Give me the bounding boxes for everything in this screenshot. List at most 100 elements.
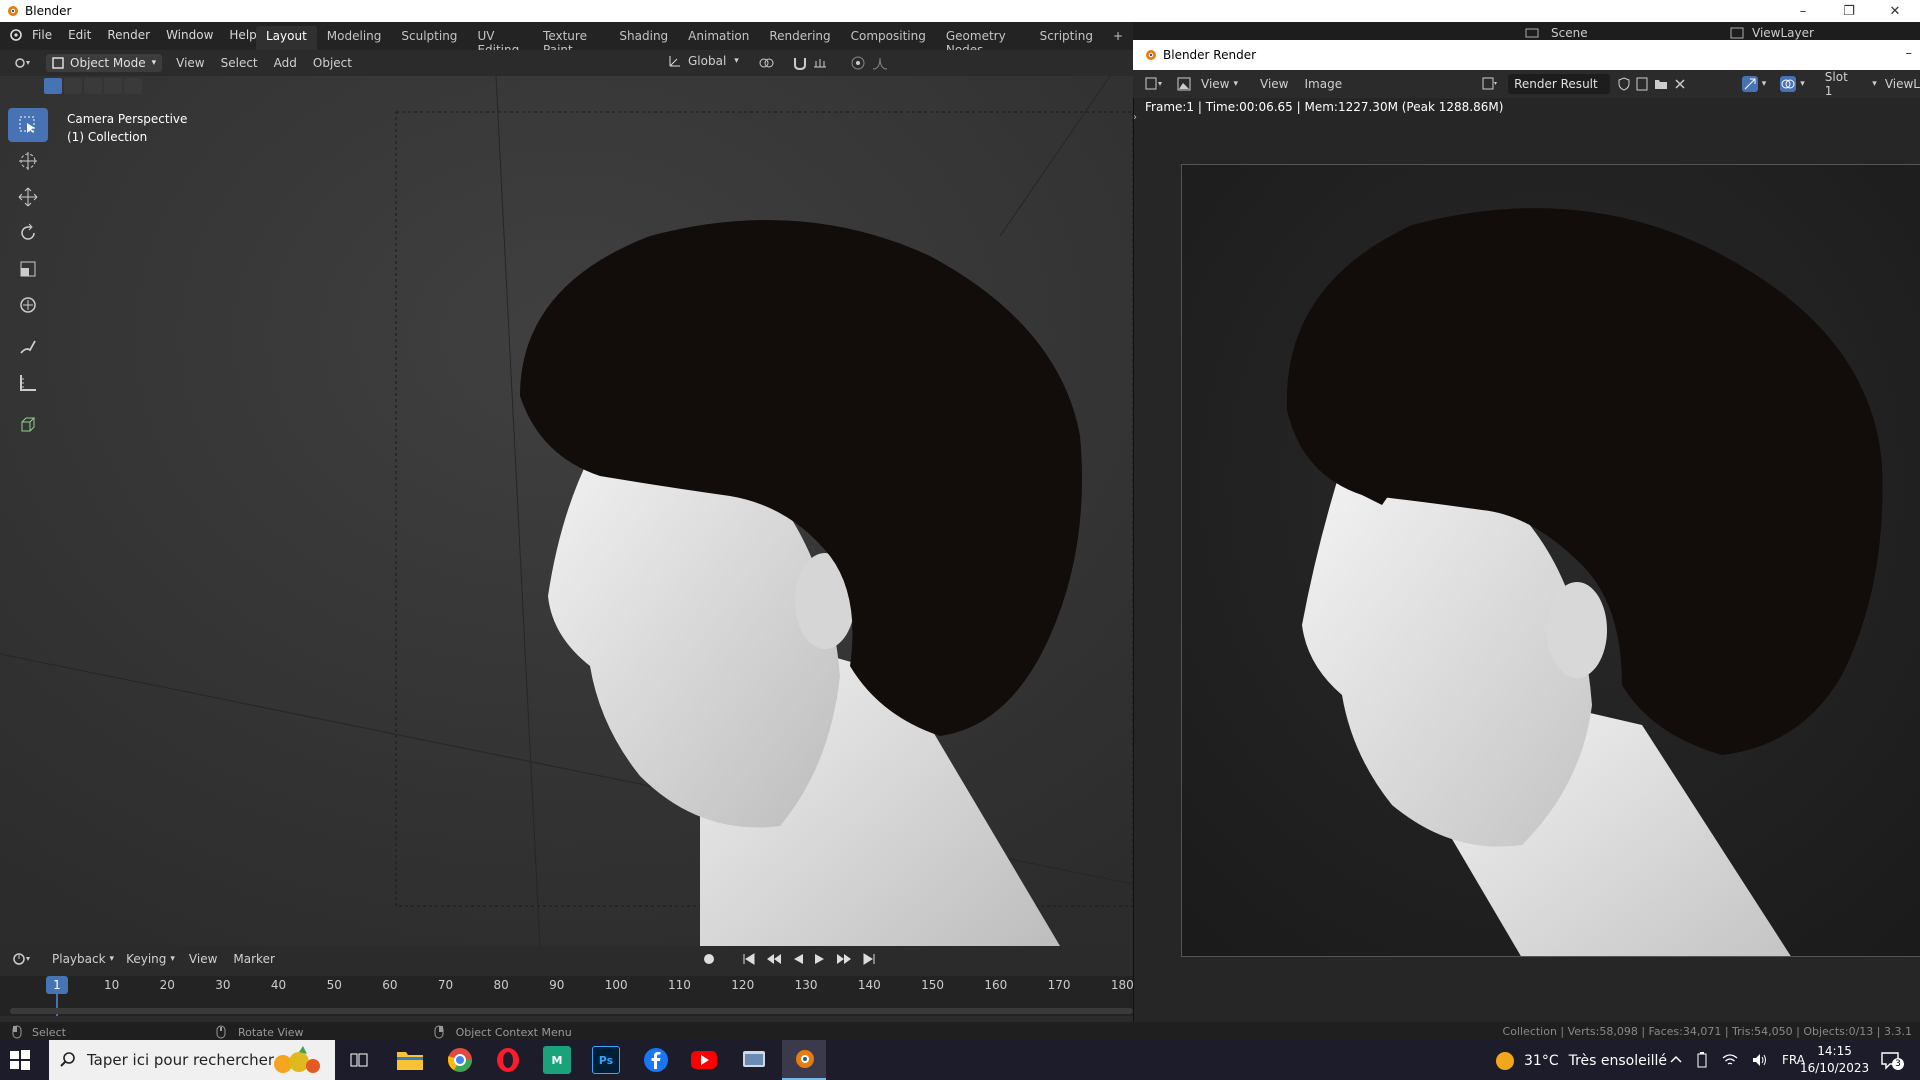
weather-widget[interactable]: 31°C Très ensoleillé — [1494, 1050, 1667, 1072]
render-menu-view[interactable]: View — [1260, 77, 1288, 91]
facebook-icon[interactable] — [642, 1046, 670, 1074]
current-frame-indicator[interactable]: 1 — [46, 976, 68, 994]
clock[interactable]: 14:15 16/10/2023 — [1800, 1043, 1869, 1077]
timeline-editor-icon[interactable] — [12, 952, 32, 966]
select-new-button[interactable] — [44, 78, 62, 94]
snap-target-icon[interactable] — [812, 55, 828, 71]
record-icon[interactable] — [702, 952, 716, 966]
object-mode-dropdown[interactable]: Object Mode ▾ — [46, 54, 163, 72]
image-name-field[interactable]: Render Result — [1508, 74, 1610, 94]
jump-end-icon[interactable] — [862, 953, 876, 965]
open-folder-icon[interactable] — [1654, 78, 1668, 90]
app-m-icon[interactable]: M — [543, 1046, 571, 1074]
unlink-image-icon[interactable] — [1674, 78, 1686, 90]
menu-view[interactable]: View — [176, 56, 204, 70]
jump-start-icon[interactable] — [742, 953, 756, 965]
fake-user-shield-icon[interactable] — [1618, 77, 1630, 91]
menu-keying[interactable]: Keying — [126, 952, 166, 966]
frame-label: 160 — [984, 978, 1008, 992]
add-cube-icon — [18, 415, 38, 435]
task-view-icon[interactable] — [349, 1050, 369, 1070]
menu-timeline-view[interactable]: View — [189, 952, 217, 966]
status-context-menu: Object Context Menu — [455, 1025, 572, 1039]
gizmo-icon[interactable] — [1741, 76, 1758, 92]
blender-menu-icon[interactable] — [8, 28, 22, 42]
menu-select[interactable]: Select — [221, 56, 258, 70]
pivot-icon[interactable] — [758, 56, 774, 70]
object-mode-icon — [52, 57, 64, 69]
opera-icon[interactable] — [494, 1046, 522, 1074]
volume-icon[interactable] — [1752, 1053, 1768, 1067]
frame-label: 90 — [549, 978, 565, 992]
timeline-frames[interactable]: 1 10 20 30 40 50 60 70 80 90 100 110 120… — [0, 976, 1134, 1016]
minimize-button[interactable]: – — [1780, 0, 1826, 22]
orientation-icon — [668, 54, 682, 68]
overlays-icon[interactable] — [1780, 76, 1797, 92]
orientation-dropdown[interactable]: Global ▾ — [668, 54, 739, 68]
rotate-tool[interactable] — [8, 216, 48, 250]
windows-start-button[interactable] — [8, 1048, 32, 1075]
play-icon[interactable] — [814, 953, 826, 965]
battery-icon[interactable] — [1696, 1052, 1708, 1068]
render-view-mode[interactable]: View — [1201, 77, 1229, 91]
falloff-icon[interactable] — [872, 55, 888, 71]
play-reverse-icon[interactable] — [792, 953, 804, 965]
menu-help[interactable]: Help — [229, 28, 256, 42]
menu-render[interactable]: Render — [107, 28, 150, 42]
file-explorer-icon[interactable] — [396, 1046, 424, 1074]
image-editor-type-icon[interactable] — [1145, 77, 1163, 91]
select-subtract-button[interactable] — [84, 78, 102, 94]
blender-taskbar-icon[interactable] — [782, 1040, 826, 1080]
taskbar-search-box[interactable]: Taper ici pour rechercher — [49, 1040, 335, 1080]
menu-object[interactable]: Object — [313, 56, 352, 70]
cursor-icon — [18, 151, 38, 171]
render-view-layer-dropdown[interactable]: ViewL — [1885, 77, 1920, 91]
transform-tool[interactable] — [8, 288, 48, 322]
image-browse-icon[interactable] — [1482, 77, 1498, 91]
menu-window[interactable]: Window — [166, 28, 213, 42]
render-result-image[interactable] — [1181, 164, 1920, 957]
chrome-icon[interactable] — [446, 1046, 474, 1074]
editor-type-icon[interactable] — [14, 56, 32, 70]
select-invert-button[interactable] — [104, 78, 122, 94]
cursor-tool[interactable] — [8, 144, 48, 178]
menu-add[interactable]: Add — [274, 56, 297, 70]
prev-keyframe-icon[interactable] — [766, 953, 782, 965]
frame-label: 60 — [382, 978, 398, 992]
select-intersect-button[interactable] — [124, 78, 142, 94]
render-menu-image[interactable]: Image — [1305, 77, 1343, 91]
app-window-icon[interactable] — [740, 1046, 768, 1074]
next-keyframe-icon[interactable] — [836, 953, 852, 965]
render-slot-dropdown[interactable]: Slot 1 — [1825, 70, 1857, 98]
render-minimize-button[interactable]: – — [1906, 46, 1913, 61]
weather-temp: 31°C — [1524, 1053, 1559, 1069]
select-box-tool[interactable] — [8, 108, 48, 142]
chevron-up-icon[interactable] — [1670, 1054, 1682, 1066]
wifi-icon[interactable] — [1722, 1053, 1738, 1067]
menu-marker[interactable]: Marker — [233, 952, 274, 966]
3d-viewport[interactable] — [0, 76, 1133, 946]
menu-edit[interactable]: Edit — [68, 28, 91, 42]
move-tool[interactable] — [8, 180, 48, 214]
image-view-mode-icon[interactable] — [1177, 77, 1191, 91]
select-extend-button[interactable] — [64, 78, 82, 94]
maximize-button[interactable]: ❐ — [1826, 0, 1872, 22]
menu-file[interactable]: File — [32, 28, 52, 42]
add-cube-tool[interactable] — [8, 408, 48, 442]
notification-center-button[interactable]: 3 — [1880, 1050, 1904, 1073]
proportional-edit-icon[interactable] — [850, 55, 866, 71]
view-layer-selector[interactable]: ViewLayer — [1730, 26, 1814, 40]
close-button[interactable]: ✕ — [1872, 0, 1918, 22]
timeline-scrollbar[interactable] — [10, 1008, 1133, 1014]
photoshop-icon[interactable]: Ps — [592, 1046, 620, 1074]
youtube-icon[interactable] — [690, 1046, 718, 1074]
annotate-tool[interactable] — [8, 330, 48, 364]
menu-playback[interactable]: Playback — [52, 952, 106, 966]
scene-selector[interactable]: Scene — [1525, 26, 1588, 40]
new-image-icon[interactable] — [1636, 77, 1648, 91]
scale-tool[interactable] — [8, 252, 48, 286]
snap-icon[interactable] — [792, 55, 808, 71]
expand-arrow-icon[interactable]: › — [1133, 112, 1137, 123]
frame-label: 50 — [326, 978, 342, 992]
measure-tool[interactable] — [8, 366, 48, 400]
